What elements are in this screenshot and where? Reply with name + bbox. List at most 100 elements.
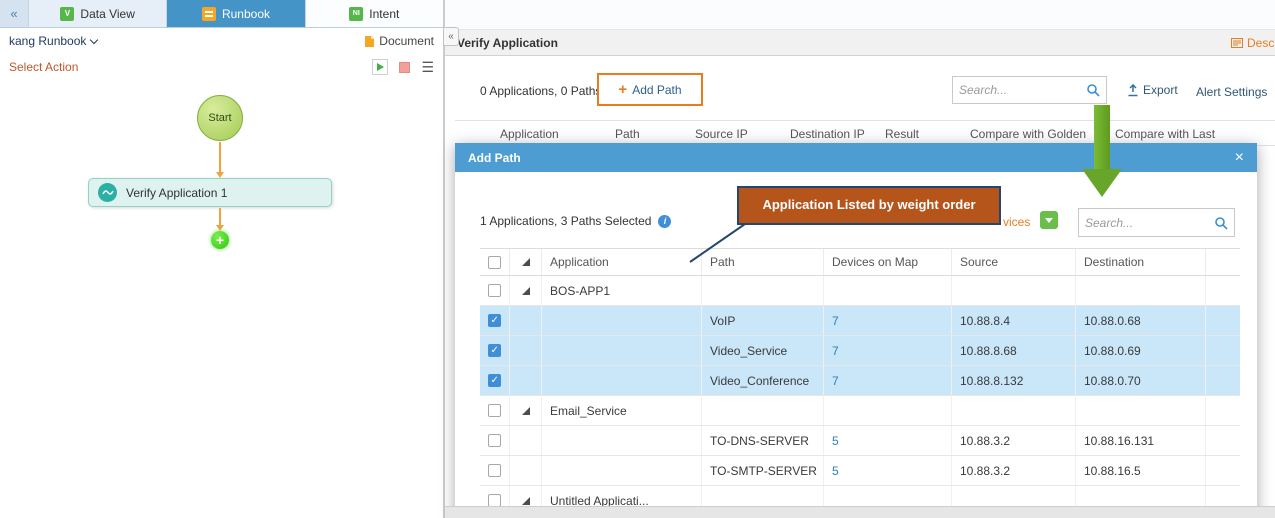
- devices-on-map-link[interactable]: 5: [832, 434, 839, 448]
- devices-cell: [824, 396, 952, 425]
- devices-on-map-link[interactable]: 5: [832, 464, 839, 478]
- devices-on-map-link[interactable]: 7: [832, 374, 839, 388]
- search-icon[interactable]: [1086, 83, 1100, 97]
- source-cell: 10.88.8.4: [952, 306, 1076, 335]
- add-path-button[interactable]: + Add Path: [597, 73, 703, 106]
- alert-settings-button[interactable]: Alert Settings: [1196, 85, 1267, 99]
- horizontal-scrollbar[interactable]: [445, 506, 1275, 518]
- verify-application-icon: [98, 183, 117, 202]
- col-path: Path: [702, 249, 824, 275]
- path-row[interactable]: TO-DNS-SERVER510.88.3.210.88.16.131: [480, 426, 1240, 456]
- col-destination-ip: Destination IP: [790, 127, 865, 141]
- devices-cell: 5: [824, 426, 952, 455]
- tab-label: Runbook: [222, 7, 270, 21]
- col-source: Source: [952, 249, 1076, 275]
- add-node-button[interactable]: +: [211, 231, 229, 249]
- path-cell: Video_Conference: [702, 366, 824, 395]
- tab-runbook[interactable]: Runbook: [166, 0, 304, 27]
- start-node[interactable]: Start: [197, 95, 243, 141]
- devices-on-map-link[interactable]: 7: [832, 344, 839, 358]
- info-icon[interactable]: i: [658, 215, 671, 228]
- col-destination: Destination: [1076, 249, 1206, 275]
- tab-label: Intent: [369, 7, 399, 21]
- application-cell: [542, 426, 702, 455]
- path-cell: VoIP: [702, 306, 824, 335]
- page-title: Verify Application: [457, 36, 558, 50]
- runbook-panel: « V Data View Runbook NI Intent kang Run…: [0, 0, 443, 518]
- data-view-icon: V: [60, 7, 74, 21]
- intent-icon: NI: [349, 7, 363, 21]
- collapse-icon[interactable]: [522, 407, 530, 415]
- paths-selection-table: Application Path Devices on Map Source D…: [480, 248, 1240, 516]
- devices-cell: 5: [824, 456, 952, 485]
- devices-dropdown-button[interactable]: [1040, 211, 1058, 229]
- destination-cell: 10.88.0.69: [1076, 336, 1206, 365]
- paths-search: [952, 76, 1107, 104]
- collapse-all-icon[interactable]: [522, 258, 530, 266]
- devices-cell: [824, 276, 952, 305]
- action-node-label: Verify Application 1: [126, 186, 227, 200]
- selection-summary: 1 Applications, 3 Paths Selected: [480, 214, 651, 228]
- col-compare-last: Compare with Last: [1115, 127, 1215, 141]
- menu-icon[interactable]: ☰: [421, 60, 434, 74]
- path-cell: Video_Service: [702, 336, 824, 365]
- play-icon: [377, 63, 384, 71]
- collapse-left-panel-button[interactable]: «: [443, 27, 459, 46]
- collapse-icon[interactable]: [522, 287, 530, 295]
- search-input[interactable]: [959, 83, 1086, 97]
- run-button[interactable]: [372, 59, 388, 75]
- export-button[interactable]: Export: [1127, 83, 1178, 97]
- description-button[interactable]: Description: [1231, 36, 1275, 50]
- application-group-row[interactable]: Email_Service: [480, 396, 1240, 426]
- source-cell: 10.88.8.68: [952, 336, 1076, 365]
- path-row[interactable]: Video_Service 7 10.88.8.6810.88.0.69: [480, 336, 1240, 366]
- devices-on-map-link[interactable]: 7: [832, 314, 839, 328]
- select-all-checkbox[interactable]: [488, 256, 501, 269]
- row-checkbox[interactable]: [488, 464, 501, 477]
- document-icon: [364, 35, 375, 48]
- modal-table-body: BOS-APP1VoIP710.88.8.410.88.0.68Video_Se…: [480, 276, 1240, 516]
- tab-data-view[interactable]: V Data View: [28, 0, 166, 27]
- path-row[interactable]: VoIP710.88.8.410.88.0.68: [480, 306, 1240, 336]
- search-input[interactable]: [1085, 216, 1214, 230]
- row-checkbox[interactable]: [488, 344, 501, 357]
- application-group-row[interactable]: BOS-APP1: [480, 276, 1240, 306]
- path-cell: TO-SMTP-SERVER: [702, 456, 824, 485]
- path-cell: TO-DNS-SERVER: [702, 426, 824, 455]
- row-checkbox[interactable]: [488, 284, 501, 297]
- tab-intent[interactable]: NI Intent: [305, 0, 443, 27]
- path-cell: [702, 276, 824, 305]
- application-cell: [542, 456, 702, 485]
- source-cell: 10.88.8.132: [952, 366, 1076, 395]
- source-cell: 10.88.3.2: [952, 426, 1076, 455]
- export-icon: [1127, 84, 1139, 97]
- annotation-callout: Application Listed by weight order: [737, 186, 1001, 225]
- plus-icon: +: [618, 82, 627, 97]
- destination-cell: 10.88.0.70: [1076, 366, 1206, 395]
- row-checkbox[interactable]: [488, 374, 501, 387]
- row-checkbox[interactable]: [488, 404, 501, 417]
- path-row[interactable]: TO-SMTP-SERVER510.88.3.210.88.16.5: [480, 456, 1240, 486]
- stop-icon[interactable]: [399, 62, 410, 73]
- action-node-verify-application[interactable]: Verify Application 1: [88, 178, 332, 207]
- source-cell: [952, 276, 1076, 305]
- chevron-down-icon: [90, 36, 98, 44]
- panel-tabbar: « V Data View Runbook NI Intent: [0, 0, 443, 28]
- runbook-name: kang Runbook: [9, 34, 86, 48]
- flow-connector: [219, 208, 221, 225]
- row-checkbox[interactable]: [488, 314, 501, 327]
- devices-cell: 7: [824, 336, 952, 365]
- path-cell: [702, 396, 824, 425]
- close-icon[interactable]: ×: [1235, 150, 1244, 166]
- devices-selector-label[interactable]: vices: [1003, 215, 1030, 229]
- select-action-label: Select Action: [9, 60, 78, 74]
- search-icon[interactable]: [1214, 216, 1228, 230]
- row-checkbox[interactable]: [488, 434, 501, 447]
- collapse-icon[interactable]: [522, 497, 530, 505]
- col-result: Result: [885, 127, 919, 141]
- document-button[interactable]: Document: [364, 34, 434, 48]
- runbook-selector[interactable]: kang Runbook: [9, 34, 97, 48]
- col-compare-golden: Compare with Golden: [970, 127, 1086, 141]
- panel-collapse-icon[interactable]: «: [0, 0, 28, 27]
- path-row[interactable]: Video_Conference 7 10.88.8.13210.88.0.70: [480, 366, 1240, 396]
